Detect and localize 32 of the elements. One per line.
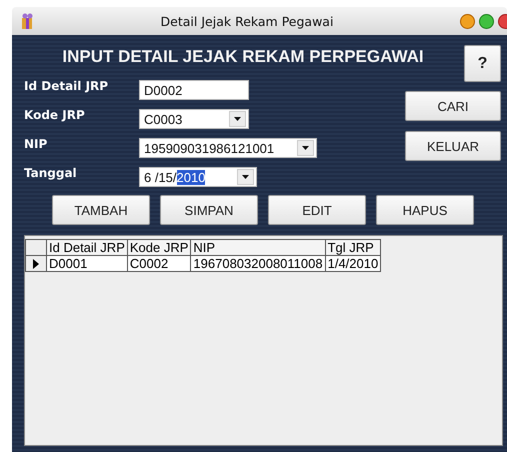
dropdown-arrow-icon[interactable] (234, 117, 241, 121)
combo-box[interactable]: C0003 (139, 109, 249, 129)
field-label: NIP (24, 137, 48, 151)
date-picker[interactable]: 6 /15/2010 (139, 167, 257, 187)
table-cell: C0002 (127, 256, 191, 272)
field-label: Id Detail JRP (24, 79, 110, 93)
minimize-button[interactable] (460, 14, 475, 28)
column-header[interactable]: Tgl JRP (325, 240, 381, 256)
action-button[interactable]: HAPUS (376, 195, 474, 225)
field-label: Tanggal (24, 166, 78, 180)
column-header[interactable]: Id Detail JRP (46, 240, 128, 256)
table-cell: D0001 (46, 256, 128, 272)
table-cell: 196708032008011008 (190, 256, 326, 272)
help-button[interactable]: ? (464, 45, 501, 82)
data-grid[interactable]: Id Detail JRP Kode JRP NIP Tgl JRP D0001 C0002 196708032008011008 1/4/2010 (24, 235, 503, 446)
dropdown-arrow-icon[interactable] (242, 175, 249, 179)
action-button[interactable]: SIMPAN (160, 195, 258, 225)
column-header[interactable]: NIP (190, 240, 326, 256)
input-field[interactable]: D0002 (139, 80, 249, 100)
app-icon (20, 12, 34, 30)
dropdown-arrow-icon[interactable] (302, 146, 309, 150)
maximize-button[interactable] (479, 14, 494, 28)
action-button[interactable]: TAMBAH (52, 195, 150, 225)
window-title: Detail Jejak Rekam Pegawai (160, 14, 334, 28)
table-cell: 1/4/2010 (325, 256, 381, 272)
column-header[interactable]: Kode JRP (127, 240, 191, 256)
side-button[interactable]: CARI (405, 91, 501, 121)
form-heading: INPUT DETAIL JEJAK REKAM PERPEGAWAI (61, 47, 425, 67)
action-button[interactable]: EDIT (268, 195, 366, 225)
combo-box[interactable]: 195909031986121001 (139, 138, 317, 158)
side-button[interactable]: KELUAR (405, 131, 501, 161)
field-label: Kode JRP (24, 108, 86, 122)
